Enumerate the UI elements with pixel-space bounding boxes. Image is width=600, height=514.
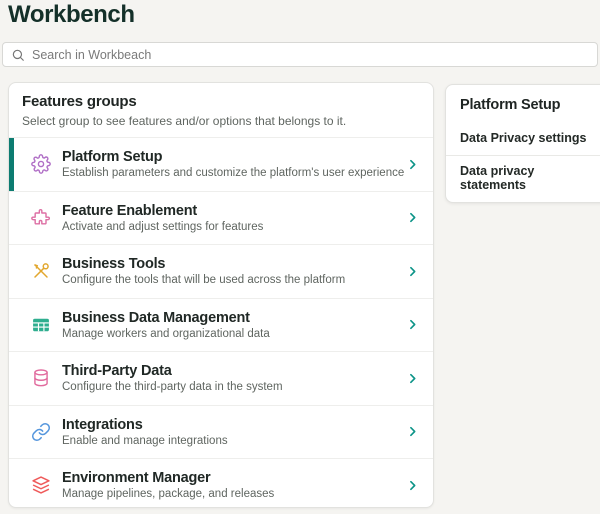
feature-row-description: Activate and adjust settings for feature… xyxy=(62,221,406,233)
feature-row-title: Integrations xyxy=(62,417,406,433)
feature-row-title: Business Data Management xyxy=(62,310,406,326)
search-icon xyxy=(11,48,25,62)
feature-row-text: Environment Manager Manage pipelines, pa… xyxy=(62,470,406,500)
chevron-right-icon xyxy=(406,425,419,438)
feature-row-third-party-data[interactable]: Third-Party Data Configure the third-par… xyxy=(9,351,433,405)
feature-row-text: Integrations Enable and manage integrati… xyxy=(62,417,406,447)
feature-row-text: Business Tools Configure the tools that … xyxy=(62,256,406,286)
gear-icon xyxy=(31,154,51,174)
feature-row-title: Third-Party Data xyxy=(62,363,406,379)
feature-row-description: Manage pipelines, package, and releases xyxy=(62,488,406,500)
feature-row-description: Configure the third-party data in the sy… xyxy=(62,381,406,393)
page-title: Workbench xyxy=(8,1,135,29)
feature-row-title: Business Tools xyxy=(62,256,406,272)
feature-row-feature-enablement[interactable]: Feature Enablement Activate and adjust s… xyxy=(9,191,433,245)
tools-icon xyxy=(31,261,51,281)
features-subheading: Select group to see features and/or opti… xyxy=(22,114,419,128)
feature-row-text: Feature Enablement Activate and adjust s… xyxy=(62,203,406,233)
feature-row-text: Third-Party Data Configure the third-par… xyxy=(62,363,406,393)
feature-row-business-tools[interactable]: Business Tools Configure the tools that … xyxy=(9,244,433,298)
features-header: Features groups Select group to see feat… xyxy=(9,83,433,137)
link-icon xyxy=(31,422,51,442)
chevron-right-icon xyxy=(406,265,419,278)
feature-row-description: Configure the tools that will be used ac… xyxy=(62,274,406,286)
feature-row-description: Establish parameters and customize the p… xyxy=(62,167,406,179)
feature-row-title: Platform Setup xyxy=(62,149,406,165)
chevron-right-icon xyxy=(406,318,419,331)
detail-item-data-privacy-settings[interactable]: Data Privacy settings xyxy=(446,123,600,155)
feature-row-business-data-management[interactable]: Business Data Management Manage workers … xyxy=(9,298,433,352)
chevron-right-icon xyxy=(406,158,419,171)
feature-row-title: Environment Manager xyxy=(62,470,406,486)
database-icon xyxy=(31,368,51,388)
layers-icon xyxy=(31,475,51,495)
table-icon xyxy=(31,315,51,335)
feature-row-description: Enable and manage integrations xyxy=(62,435,406,447)
search-input[interactable] xyxy=(32,48,589,62)
chevron-right-icon xyxy=(406,479,419,492)
feature-row-text: Platform Setup Establish parameters and … xyxy=(62,149,406,179)
platform-setup-detail-panel: Platform Setup Data Privacy settings Dat… xyxy=(445,84,600,203)
detail-panel-heading: Platform Setup xyxy=(446,85,600,123)
puzzle-icon xyxy=(31,208,51,228)
feature-row-description: Manage workers and organizational data xyxy=(62,328,406,340)
feature-row-title: Feature Enablement xyxy=(62,203,406,219)
features-heading: Features groups xyxy=(22,93,419,110)
chevron-right-icon xyxy=(406,372,419,385)
features-groups-panel: Features groups Select group to see feat… xyxy=(8,82,434,508)
feature-row-text: Business Data Management Manage workers … xyxy=(62,310,406,340)
feature-row-environment-manager[interactable]: Environment Manager Manage pipelines, pa… xyxy=(9,458,433,508)
feature-row-platform-setup[interactable]: Platform Setup Establish parameters and … xyxy=(9,137,433,191)
search-bar xyxy=(2,42,598,67)
chevron-right-icon xyxy=(406,211,419,224)
feature-row-integrations[interactable]: Integrations Enable and manage integrati… xyxy=(9,405,433,459)
detail-item-data-privacy-statements[interactable]: Data privacy statements xyxy=(446,155,600,202)
